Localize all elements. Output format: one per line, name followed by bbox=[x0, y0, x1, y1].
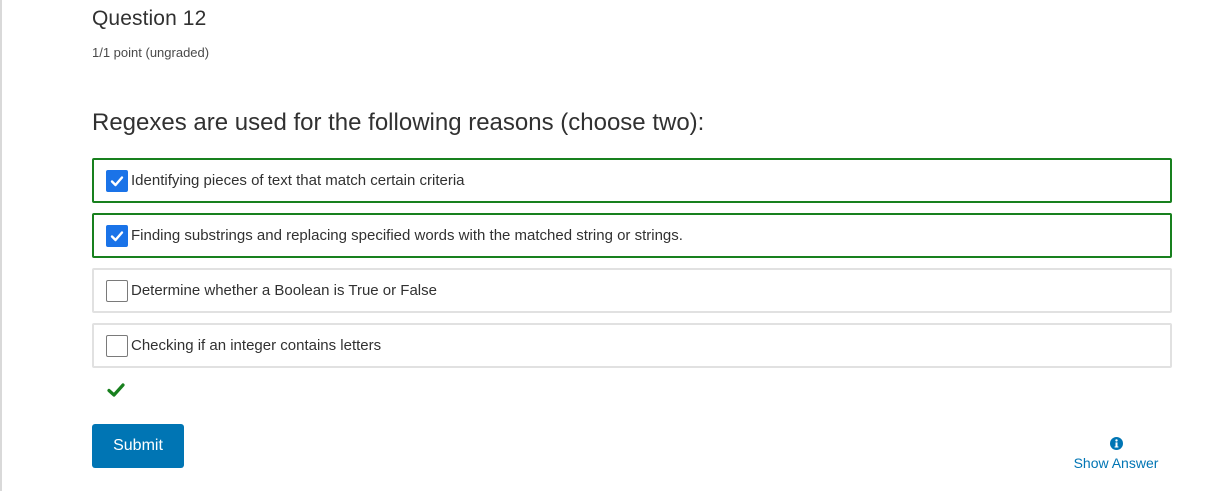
choice-item[interactable]: Checking if an integer contains letters bbox=[92, 323, 1172, 368]
left-divider bbox=[0, 0, 2, 491]
choice-label: Checking if an integer contains letters bbox=[131, 337, 382, 354]
submit-button[interactable]: Submit bbox=[92, 424, 184, 468]
checkbox-checked[interactable] bbox=[106, 169, 128, 192]
choice-label: Determine whether a Boolean is True or F… bbox=[131, 282, 437, 299]
question-prompt: Regexes are used for the following reaso… bbox=[92, 109, 705, 136]
question-title: Question 12 bbox=[92, 7, 207, 30]
check-icon bbox=[110, 230, 124, 241]
choice-label: Finding substrings and replacing specifi… bbox=[131, 227, 683, 244]
checkbox-checked[interactable] bbox=[106, 224, 128, 247]
choice-label: Identifying pieces of text that match ce… bbox=[131, 172, 465, 189]
show-answer-button[interactable]: Show Answer bbox=[1066, 437, 1166, 471]
checkbox-unchecked[interactable] bbox=[106, 279, 128, 302]
choice-item[interactable]: Finding substrings and replacing specifi… bbox=[92, 213, 1172, 258]
show-answer-label: Show Answer bbox=[1073, 455, 1159, 471]
info-icon bbox=[1109, 437, 1123, 450]
checkbox-unchecked[interactable] bbox=[106, 334, 128, 357]
checkmark-icon bbox=[107, 383, 125, 397]
problem-page: Question 12 1/1 point (ungraded) Regexes… bbox=[0, 0, 1213, 491]
question-points: 1/1 point (ungraded) bbox=[92, 45, 210, 60]
choice-list: Identifying pieces of text that match ce… bbox=[92, 158, 1172, 378]
choice-item[interactable]: Determine whether a Boolean is True or F… bbox=[92, 268, 1172, 313]
check-icon bbox=[110, 175, 124, 186]
choice-item[interactable]: Identifying pieces of text that match ce… bbox=[92, 158, 1172, 203]
